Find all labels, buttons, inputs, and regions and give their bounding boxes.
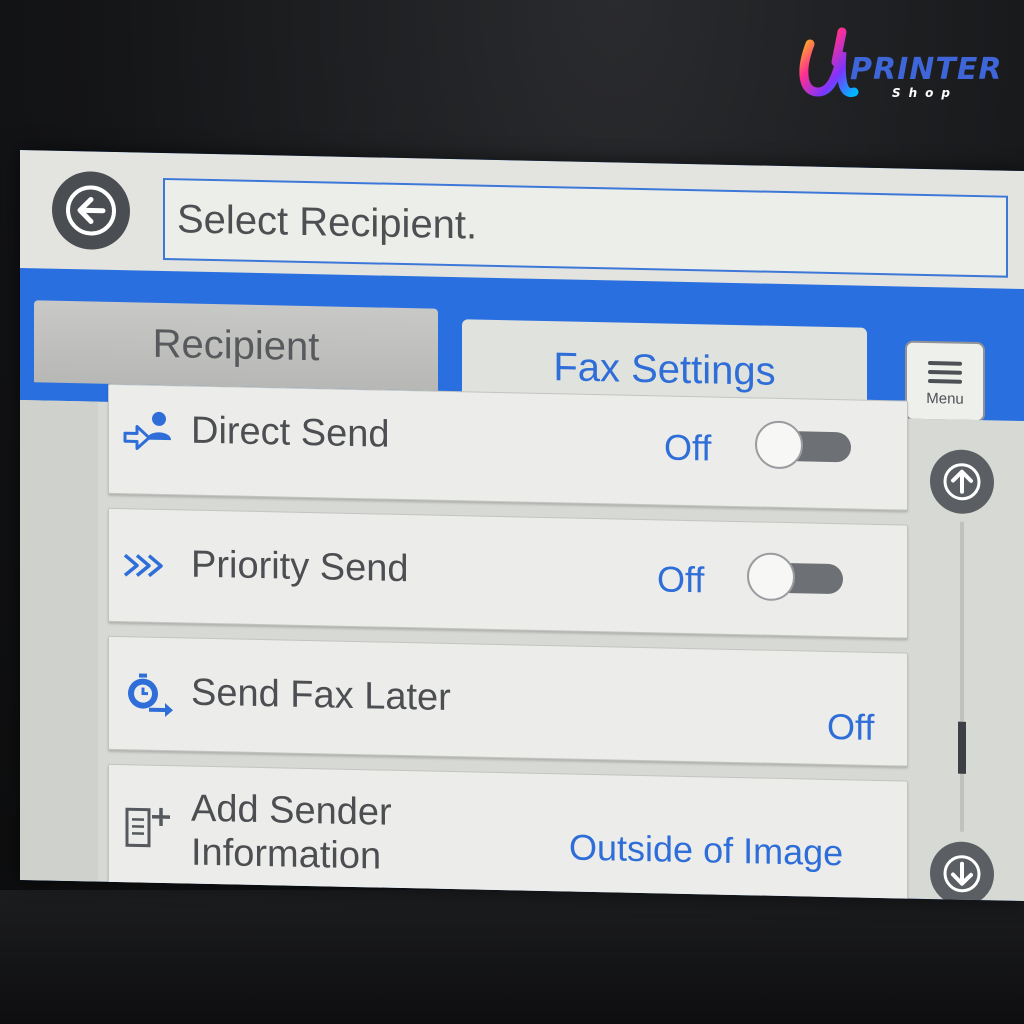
setting-value: Off — [664, 426, 712, 469]
setting-label-line1: Add Sender — [191, 787, 392, 834]
menu-label: Menu — [926, 389, 964, 408]
back-button[interactable] — [52, 170, 130, 251]
instruction-field: Select Recipient. — [163, 177, 1008, 278]
scroll-thumb[interactable] — [958, 721, 966, 774]
logo-wordmark: PRINTER — [850, 52, 1003, 87]
setting-value: Outside of Image — [569, 826, 844, 874]
device-bezel-bottom — [0, 890, 1024, 1024]
tab-recipient[interactable]: Recipient — [34, 300, 438, 391]
setting-label: Priority Send — [191, 543, 409, 591]
arrow-down-icon — [943, 855, 981, 893]
scrollbar — [924, 431, 1002, 902]
tab-recipient-label: Recipient — [152, 321, 320, 369]
setting-row-send-fax-later[interactable]: Send Fax Later Off — [108, 635, 908, 767]
logo-subtitle: Shop — [892, 86, 959, 100]
hamburger-icon — [928, 356, 962, 389]
list-left-margin — [20, 400, 98, 882]
toggle-knob — [755, 420, 803, 470]
header-bar: Select Recipient. — [20, 150, 1024, 290]
toggle-knob — [747, 552, 795, 602]
priority-send-toggle[interactable] — [747, 552, 845, 602]
setting-label-line2: Information — [191, 831, 382, 878]
direct-send-icon — [123, 411, 171, 450]
watermark-logo: PRINTER Shop — [792, 22, 1002, 102]
priority-send-icon — [123, 553, 163, 578]
menu-button[interactable]: Menu — [905, 340, 985, 423]
tab-fax-settings-label: Fax Settings — [553, 344, 776, 394]
scroll-down-button[interactable] — [930, 841, 994, 902]
setting-value: Off — [827, 705, 875, 748]
page-title: Select Recipient. — [177, 196, 478, 248]
printer-lcd-screen: Select Recipient. Recipient Fax Settings… — [20, 150, 1024, 902]
document-add-icon — [125, 807, 170, 848]
direct-send-toggle[interactable] — [755, 420, 853, 470]
scroll-track[interactable] — [960, 521, 964, 832]
setting-label: Direct Send — [191, 409, 390, 456]
clock-arrow-icon — [128, 673, 173, 718]
setting-row-priority-send[interactable]: Priority Send Off — [108, 507, 908, 639]
scroll-up-button[interactable] — [930, 449, 994, 515]
setting-label: Send Fax Later — [191, 671, 451, 720]
setting-value: Off — [657, 558, 705, 601]
arrow-up-icon — [943, 463, 981, 501]
setting-row-add-sender-information[interactable]: Add Sender Information Outside of Image — [108, 763, 908, 901]
setting-row-direct-send[interactable]: Direct Send Off — [108, 383, 908, 511]
back-arrow-icon — [66, 185, 116, 236]
